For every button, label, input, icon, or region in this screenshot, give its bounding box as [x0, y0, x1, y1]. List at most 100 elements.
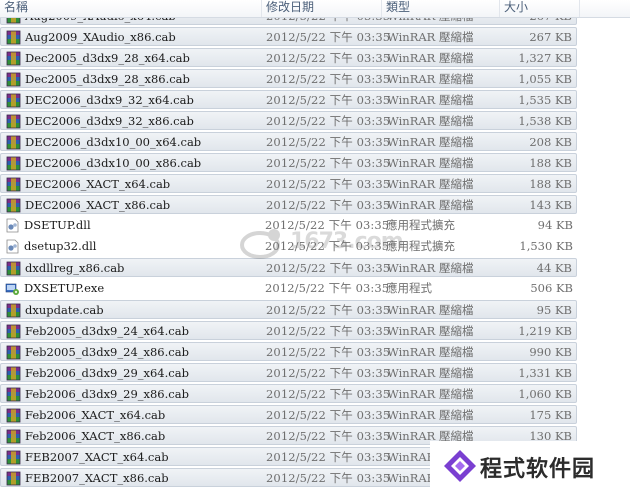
file-name: DSETUP.dll [24, 218, 91, 232]
column-header-name[interactable]: 名稱 [0, 0, 262, 17]
file-type: WinRAR 壓縮檔 [387, 72, 474, 86]
file-modified-date: 2012/5/22 下午 03:35 [265, 281, 390, 295]
file-modified-date: 2012/5/22 下午 03:35 [266, 324, 391, 338]
file-row[interactable]: DEC2006_d3dx9_32_x86.cab 2012/5/22 下午 03:… [0, 111, 577, 130]
file-size: 1,331 KB [518, 366, 572, 380]
file-modified-date: 2012/5/22 下午 03:35 [266, 471, 391, 485]
file-modified-date: 2012/5/22 下午 03:35 [266, 30, 391, 44]
file-modified-date: 2012/5/22 下午 03:35 [266, 93, 391, 107]
file-row[interactable]: Feb2005_d3dx9_24_x86.cab 2012/5/22 下午 03:… [0, 342, 577, 361]
file-size: 1,538 KB [518, 114, 572, 128]
file-type: WinRAR 壓縮檔 [387, 408, 474, 422]
winrar-archive-icon [6, 93, 21, 108]
file-type: WinRAR 壓縮檔 [387, 30, 474, 44]
file-size: 267 KB [529, 30, 572, 44]
file-name: DEC2006_d3dx9_32_x86.cab [25, 114, 194, 128]
column-header-size[interactable]: 大小 [500, 0, 580, 17]
file-name: dsetup32.dll [24, 239, 97, 253]
file-type: WinRAR 壓縮檔 [387, 366, 474, 380]
file-modified-date: 2012/5/22 下午 03:35 [266, 156, 391, 170]
file-row[interactable]: DEC2006_d3dx10_00_x64.cab 2012/5/22 下午 03… [0, 132, 577, 151]
file-type: WinRAR 壓縮檔 [387, 303, 474, 317]
dll-file-icon [5, 239, 20, 254]
file-type: WinRAR 壓縮檔 [387, 93, 474, 107]
file-size: 175 KB [529, 408, 572, 422]
file-name: DEC2006_d3dx9_32_x64.cab [25, 93, 194, 107]
file-row[interactable]: Feb2006_d3dx9_29_x64.cab 2012/5/22 下午 03:… [0, 363, 577, 382]
file-row[interactable]: Feb2006_XACT_x64.cab 2012/5/22 下午 03:35 Wi… [0, 405, 577, 424]
column-header-date[interactable]: 修改日期 [262, 0, 382, 17]
file-modified-date: 2012/5/22 下午 03:35 [266, 366, 391, 380]
file-size: 94 KB [537, 218, 573, 232]
site-watermark: 1673.com [238, 223, 404, 267]
winrar-archive-icon [6, 177, 21, 192]
winrar-archive-icon [6, 198, 21, 213]
file-name: DEC2006_d3dx10_00_x86.cab [25, 156, 202, 170]
file-modified-date: 2012/5/22 下午 03:35 [266, 429, 391, 443]
winrar-archive-icon [6, 261, 21, 276]
file-size: 44 KB [536, 261, 572, 275]
file-row[interactable]: Dec2005_d3dx9_28_x64.cab 2012/5/22 下午 03:… [0, 48, 577, 67]
winrar-archive-icon [6, 303, 21, 318]
winrar-archive-icon [6, 471, 21, 486]
file-name: FEB2007_XACT_x64.cab [25, 450, 169, 464]
file-type: WinRAR 壓縮檔 [387, 261, 474, 275]
file-row[interactable]: dxupdate.cab 2012/5/22 下午 03:35 WinRAR 壓縮檔… [0, 300, 577, 319]
winrar-archive-icon [6, 366, 21, 381]
file-row[interactable]: DEC2006_d3dx9_32_x64.cab 2012/5/22 下午 03:… [0, 90, 577, 109]
file-type: WinRAR 壓縮檔 [387, 135, 474, 149]
file-row[interactable]: Feb2006_d3dx9_29_x86.cab 2012/5/22 下午 03:… [0, 384, 577, 403]
file-row[interactable]: DXSETUP.exe 2012/5/22 下午 03:35 應用程式 506 KB [0, 279, 577, 298]
file-row[interactable]: Aug2009_XAudio_x86.cab 2012/5/22 下午 03:35… [0, 27, 577, 46]
file-size: 208 KB [529, 135, 572, 149]
file-type: WinRAR 壓縮檔 [387, 114, 474, 128]
file-size: 1,535 KB [518, 93, 572, 107]
file-name: Feb2006_d3dx9_29_x64.cab [25, 366, 189, 380]
file-name: Feb2005_d3dx9_24_x86.cab [25, 345, 189, 359]
file-type: WinRAR 壓縮檔 [387, 345, 474, 359]
setup-exe-icon [5, 281, 20, 296]
file-row[interactable]: Feb2005_d3dx9_24_x64.cab 2012/5/22 下午 03:… [0, 321, 577, 340]
dll-file-icon [5, 218, 20, 233]
file-row[interactable]: DEC2006_d3dx10_00_x86.cab 2012/5/22 下午 03… [0, 153, 577, 172]
file-size: 1,327 KB [518, 51, 572, 65]
file-name: Dec2005_d3dx9_28_x86.cab [25, 72, 190, 86]
file-modified-date: 2012/5/22 下午 03:35 [266, 450, 391, 464]
file-modified-date: 2012/5/22 下午 03:35 [266, 114, 391, 128]
file-size: 188 KB [529, 177, 572, 191]
file-type: WinRAR 壓縮檔 [387, 177, 474, 191]
winrar-archive-icon [6, 114, 21, 129]
file-type: WinRAR 壓縮檔 [387, 324, 474, 338]
winrar-archive-icon [6, 387, 21, 402]
winrar-archive-icon [6, 324, 21, 339]
file-name: Aug2009_XAudio_x86.cab [25, 30, 176, 44]
file-row[interactable]: DEC2006_XACT_x64.cab 2012/5/22 下午 03:35 Wi… [0, 174, 577, 193]
file-row[interactable]: DEC2006_XACT_x86.cab 2012/5/22 下午 03:35 Wi… [0, 195, 577, 214]
winrar-archive-icon [6, 408, 21, 423]
file-modified-date: 2012/5/22 下午 03:35 [266, 51, 391, 65]
brand-badge: 程式软件园 [430, 441, 630, 491]
file-size: 506 KB [530, 281, 573, 295]
brand-text: 程式软件园 [480, 457, 596, 482]
file-size: 1,219 KB [518, 324, 572, 338]
file-modified-date: 2012/5/22 下午 03:35 [266, 345, 391, 359]
file-name: Feb2006_XACT_x64.cab [25, 408, 166, 422]
file-name: dxupdate.cab [25, 303, 104, 317]
winrar-archive-icon [6, 429, 21, 444]
file-name: Feb2006_d3dx9_29_x86.cab [25, 387, 189, 401]
file-modified-date: 2012/5/22 下午 03:35 [266, 387, 391, 401]
file-row[interactable]: Dec2005_d3dx9_28_x86.cab 2012/5/22 下午 03:… [0, 69, 577, 88]
column-header-bar: 名稱 修改日期 類型 大小 [0, 0, 630, 18]
file-type: WinRAR 壓縮檔 [387, 198, 474, 212]
file-name: DXSETUP.exe [24, 281, 105, 295]
file-name: Feb2005_d3dx9_24_x64.cab [25, 324, 189, 338]
file-modified-date: 2012/5/22 下午 03:35 [266, 408, 391, 422]
brand-logo-icon [444, 450, 476, 482]
winrar-archive-icon [6, 51, 21, 66]
column-header-type[interactable]: 類型 [382, 0, 500, 17]
winrar-archive-icon [6, 450, 21, 465]
winrar-archive-icon [6, 135, 21, 150]
file-size: 95 KB [536, 303, 572, 317]
file-modified-date: 2012/5/22 下午 03:35 [266, 198, 391, 212]
winrar-archive-icon [6, 30, 21, 45]
